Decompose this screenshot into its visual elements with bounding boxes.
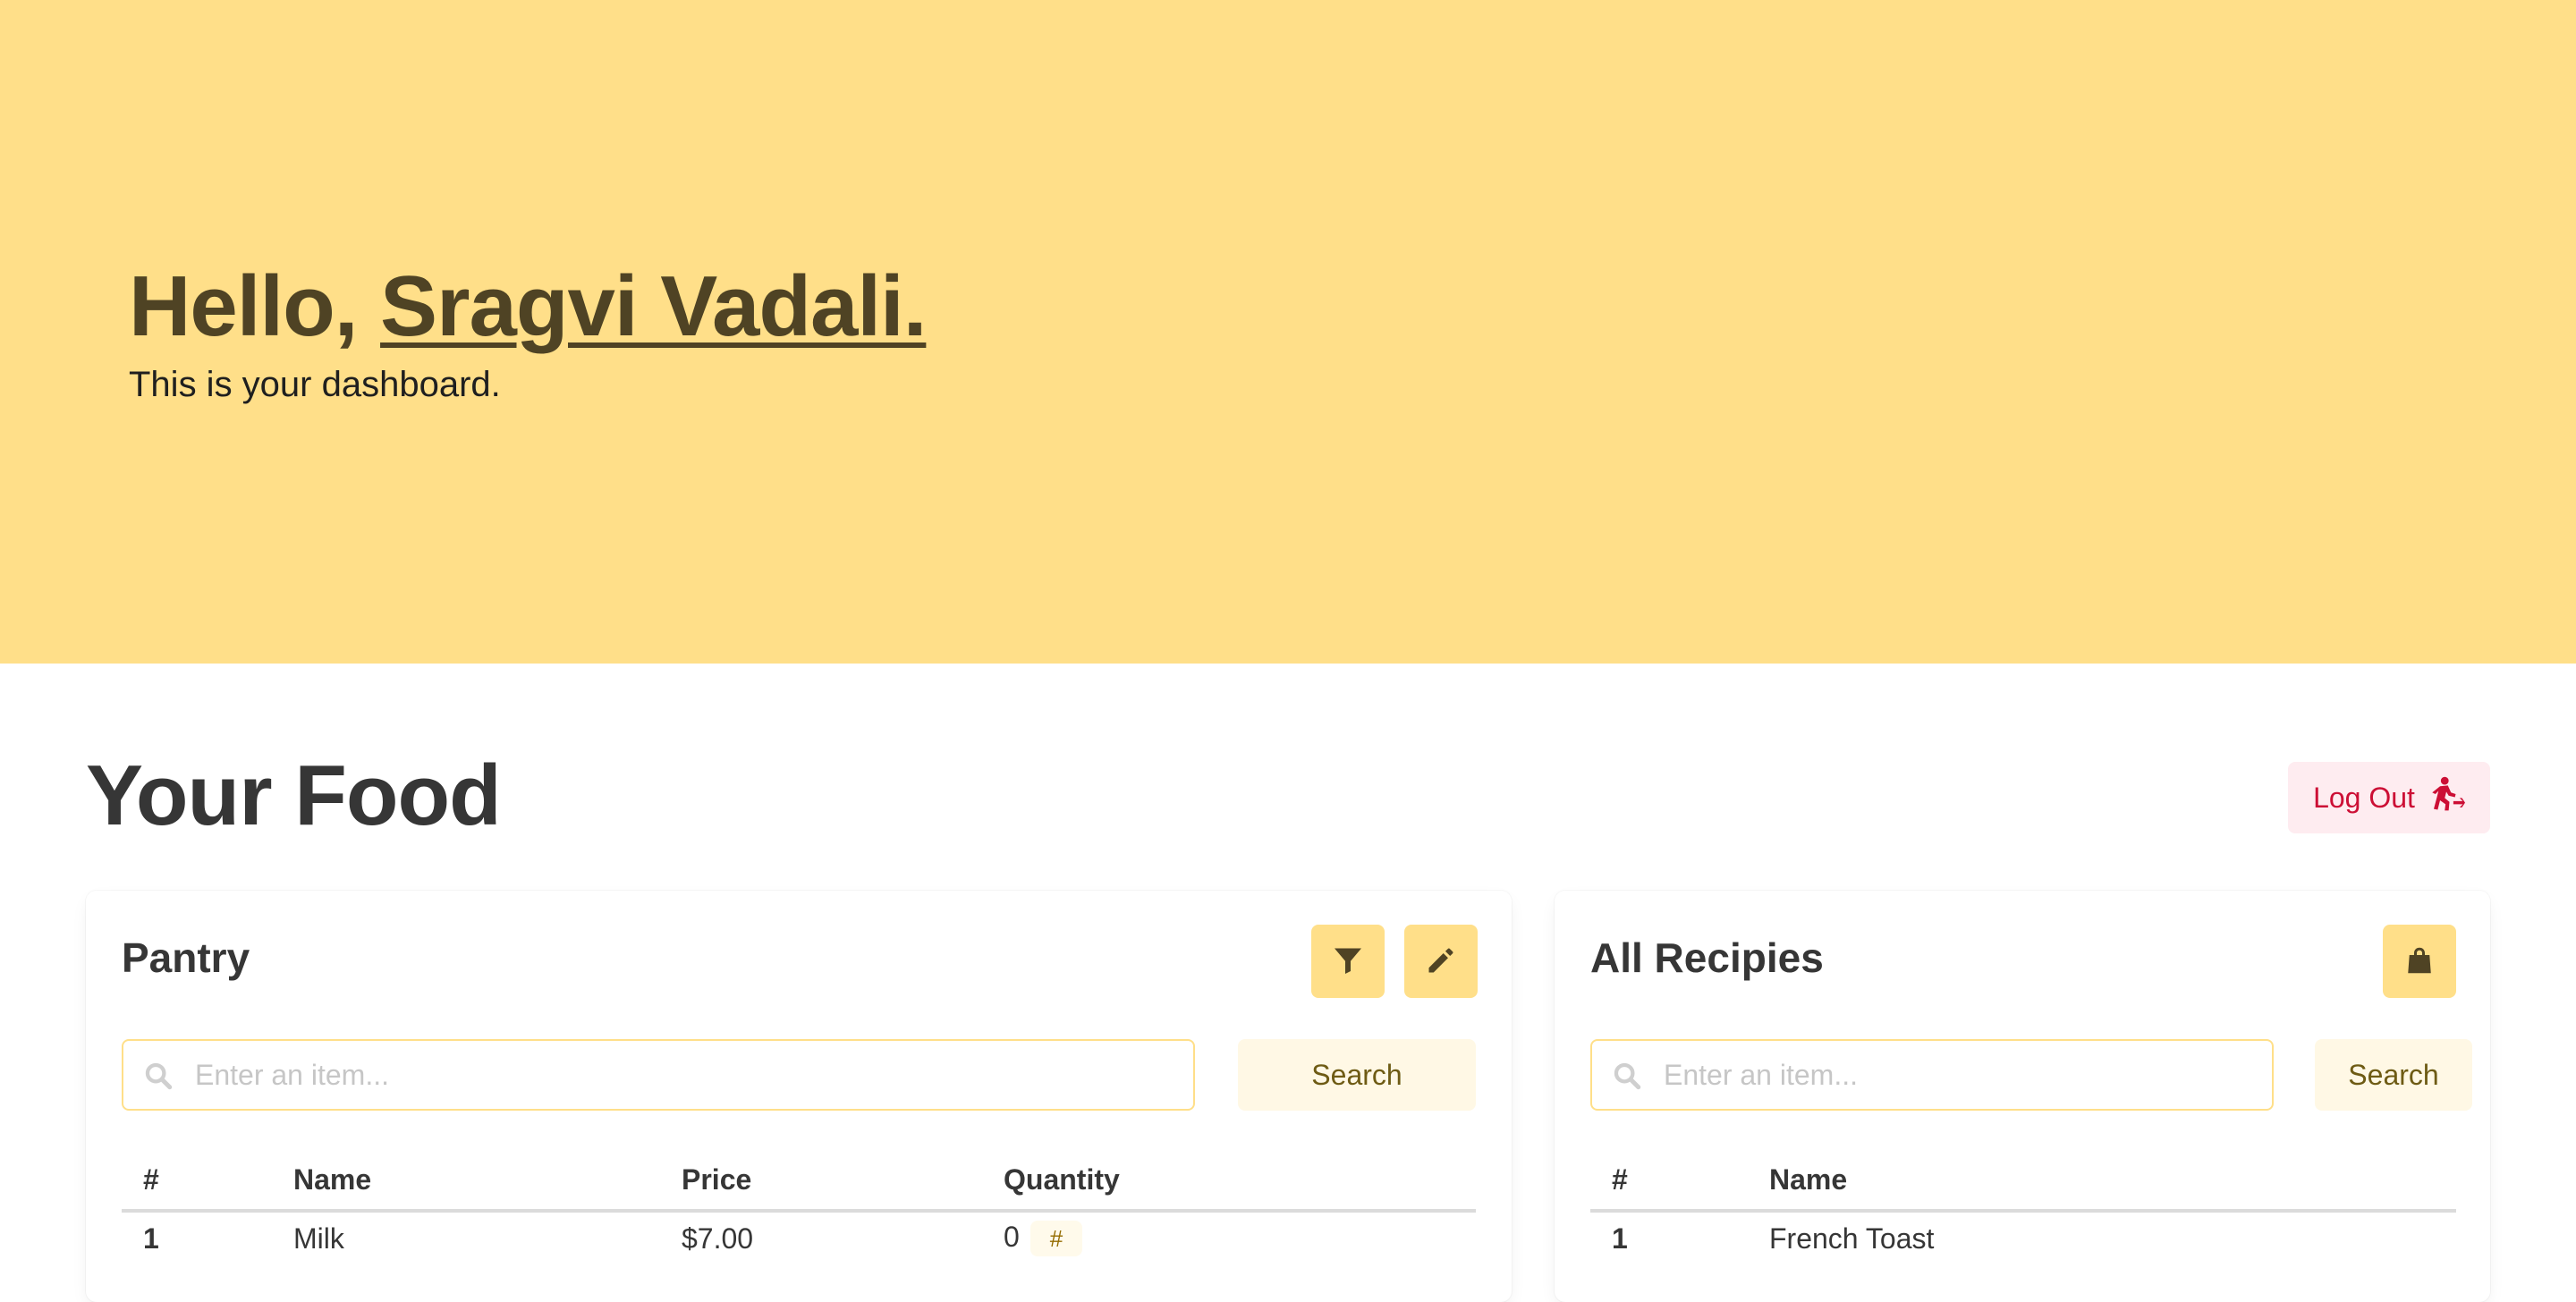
pantry-title: Pantry [122,934,250,981]
column-header-quantity: Quantity [982,1150,1476,1213]
greeting-text: Hello, [129,258,358,354]
pantry-search-field [122,1039,1195,1111]
pantry-table: # Name Price Quantity 1 Milk $7.00 0 # [122,1150,1476,1264]
running-exit-icon [2428,775,2465,820]
column-header-index: # [122,1150,272,1213]
recipes-header-row: # Name [1590,1150,2456,1213]
pantry-search-button[interactable]: Search [1238,1039,1476,1111]
recipes-search-input[interactable] [1662,1041,2254,1109]
column-header-index: # [1590,1150,1748,1213]
hero-subtitle: This is your dashboard. [129,365,501,404]
recipes-title: All Recipies [1590,934,1824,981]
pantry-card: Pantry Search # Name Price Quantity [86,891,1512,1302]
table-row: 1 Milk $7.00 0 # [122,1211,1476,1264]
column-header-price: Price [660,1150,982,1213]
search-icon [1612,1061,1642,1091]
row-index: 1 [1612,1222,1628,1255]
filter-icon [1332,944,1364,979]
hero-banner: Hello, Sragvi Vadali. This is your dashb… [0,0,2576,664]
recipes-search-button[interactable]: Search [2315,1039,2472,1111]
row-name: French Toast [1769,1222,1935,1255]
recipes-card: All Recipies Search # Name 1 French Toas… [1555,891,2490,1302]
search-icon [143,1061,174,1091]
row-name: Milk [293,1222,344,1255]
user-name-link[interactable]: Sragvi Vadali. [380,258,927,354]
recipes-table: # Name 1 French Toast [1590,1150,2456,1264]
pencil-icon [1425,944,1457,979]
row-quantity: 0 [1004,1220,1020,1253]
logout-button[interactable]: Log Out [2288,762,2490,833]
column-header-name: Name [272,1150,660,1213]
table-row[interactable]: 1 French Toast [1590,1211,2456,1264]
row-index: 1 [143,1222,159,1255]
logout-label: Log Out [2313,781,2415,814]
pantry-header-row: # Name Price Quantity [122,1150,1476,1213]
quantity-tag[interactable]: # [1030,1221,1083,1257]
edit-button[interactable] [1404,925,1478,998]
filter-button[interactable] [1311,925,1385,998]
page-title: Your Food [86,748,502,843]
row-quantity-cell: 0 # [982,1211,1476,1264]
shopping-bag-icon [2403,944,2436,979]
row-price: $7.00 [682,1222,754,1255]
column-header-name: Name [1748,1150,2456,1213]
pantry-search-input[interactable] [193,1041,1175,1109]
hero-greeting: Hello, Sragvi Vadali. [129,253,927,360]
shopping-bag-button[interactable] [2383,925,2456,998]
recipes-search-field [1590,1039,2274,1111]
